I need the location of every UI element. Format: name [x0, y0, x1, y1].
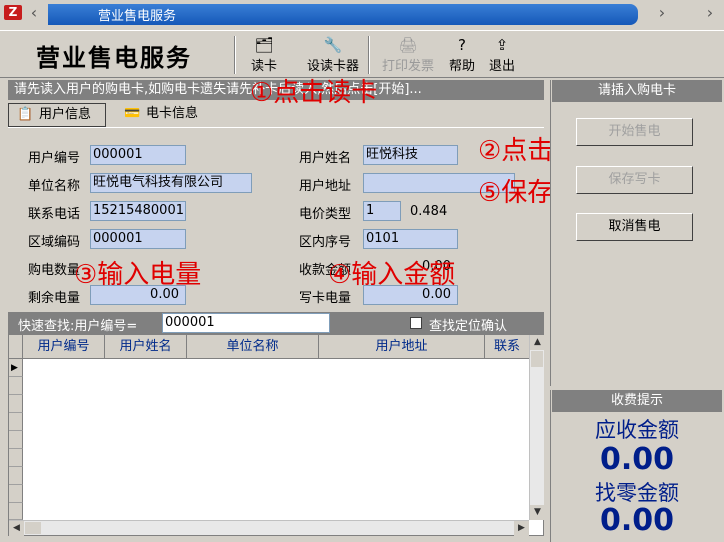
user-grid[interactable]: 用户编号 用户姓名 单位名称 用户地址 联系 ▶ ▲ ▼ ◀ ▶: [8, 334, 545, 536]
user-name-field[interactable]: 旺悦科技: [363, 145, 458, 165]
row-indicator: [9, 431, 23, 449]
exit-button[interactable]: ⇪ 退出: [484, 36, 520, 76]
read-card-button[interactable]: 🗂 读卡: [244, 36, 284, 76]
locate-confirm-checkbox[interactable]: [410, 317, 422, 329]
seq-label: 区内序号: [299, 235, 352, 250]
card-icon: 🗂: [254, 36, 274, 54]
grid-corner: [9, 335, 23, 359]
grid-col-company[interactable]: 单位名称: [187, 335, 319, 359]
price-type-field[interactable]: 1: [363, 201, 401, 221]
user-name-label: 用户姓名: [299, 151, 352, 166]
scroll-up-icon[interactable]: ▲: [530, 335, 545, 350]
seq-field[interactable]: 0101: [363, 229, 458, 249]
tab-card-info-label: 电卡信息: [146, 106, 199, 121]
receivable-label: 应收金额: [595, 418, 679, 442]
locate-confirm-label: 查找定位确认: [429, 319, 508, 334]
purchase-label: 购电数量: [28, 263, 81, 278]
grid-col-address[interactable]: 用户地址: [319, 335, 485, 359]
tab-user-info-label: 用户信息: [39, 107, 92, 122]
company-label: 单位名称: [28, 179, 81, 194]
phone-field[interactable]: 15215480001: [90, 201, 186, 221]
row-indicator: [9, 467, 23, 485]
help-icon: ?: [458, 36, 466, 54]
row-indicator: [9, 485, 23, 503]
change-value: 0.00: [599, 503, 675, 538]
tab-user-info[interactable]: 📋 用户信息: [8, 103, 106, 127]
insert-card-header: 请插入购电卡: [552, 80, 722, 102]
toolbar-separator: [368, 36, 370, 74]
user-no-label: 用户编号: [28, 151, 81, 166]
grid-col-phone[interactable]: 联系: [485, 335, 529, 359]
grid-col-user-name[interactable]: 用户姓名: [105, 335, 187, 359]
annotation-step3: ③输入电量: [74, 260, 202, 290]
help-label: 帮助: [448, 59, 475, 74]
user-no-field[interactable]: 000001: [90, 145, 186, 165]
quick-search-input[interactable]: 000001: [162, 313, 330, 333]
region-field[interactable]: 000001: [90, 229, 186, 249]
address-label: 用户地址: [299, 179, 352, 194]
save-write-card-button[interactable]: 保存写卡: [576, 166, 693, 194]
remain-label: 剩余电量: [28, 291, 81, 306]
receivable-value: 0.00: [599, 442, 675, 477]
exit-label: 退出: [488, 59, 515, 74]
row-indicator: [9, 503, 23, 520]
card-info-icon: 💳: [124, 106, 141, 121]
hscroll-thumb[interactable]: [25, 522, 41, 534]
row-indicator: [9, 413, 23, 431]
price-type-label: 电价类型: [299, 207, 352, 222]
back-icon[interactable]: ‹: [24, 4, 44, 22]
help-button[interactable]: ? 帮助: [444, 36, 480, 76]
print-invoice-label: 打印发票: [381, 59, 434, 74]
window-title: 营业售电服务: [98, 9, 177, 24]
scroll-right-icon[interactable]: ▶: [514, 521, 529, 536]
quick-search-label: 快速查找:用户编号=: [18, 319, 138, 334]
tab-card-info[interactable]: 💳 电卡信息: [116, 103, 216, 127]
cancel-selling-button[interactable]: 取消售电: [576, 213, 693, 241]
company-field[interactable]: 旺悦电气科技有限公司: [90, 173, 252, 193]
printer-icon: 🖨: [398, 36, 418, 54]
current-row-arrow-icon: ▶: [11, 363, 18, 373]
vertical-scrollbar[interactable]: ▲ ▼: [529, 335, 545, 520]
grid-col-user-no[interactable]: 用户编号: [23, 335, 105, 359]
annotation-step4: ④输入金额: [328, 260, 456, 290]
toolbar-separator: [234, 36, 236, 74]
phone-label: 联系电话: [28, 207, 81, 222]
annotation-step1: ①点击读卡: [250, 78, 378, 108]
row-indicator: [9, 449, 23, 467]
scroll-thumb[interactable]: [531, 351, 543, 367]
region-label: 区域编码: [28, 235, 81, 250]
start-selling-button[interactable]: 开始售电: [576, 118, 693, 146]
scroll-left-icon[interactable]: ◀: [9, 521, 24, 536]
minimize-icon[interactable]: ›: [652, 4, 672, 22]
row-indicator: ▶: [9, 359, 23, 377]
user-info-icon: 📋: [17, 107, 34, 122]
print-invoice-button[interactable]: 🖨 打印发票: [376, 36, 440, 76]
app-logo-icon: Z: [4, 5, 22, 20]
exit-icon: ⇪: [495, 36, 509, 54]
grid-header: 用户编号 用户姓名 单位名称 用户地址 联系: [9, 335, 529, 359]
horizontal-scrollbar[interactable]: ◀ ▶: [9, 520, 529, 536]
fee-header: 收费提示: [552, 390, 722, 412]
scroll-down-icon[interactable]: ▼: [530, 505, 545, 520]
row-indicator: [9, 377, 23, 395]
page-title: 营业售电服务: [36, 43, 192, 72]
reader-icon: 🔧: [323, 36, 343, 54]
set-reader-button[interactable]: 🔧 设读卡器: [300, 36, 366, 76]
price-value: 0.484: [410, 204, 448, 219]
row-indicator: [9, 395, 23, 413]
close-icon[interactable]: ›: [700, 4, 720, 22]
